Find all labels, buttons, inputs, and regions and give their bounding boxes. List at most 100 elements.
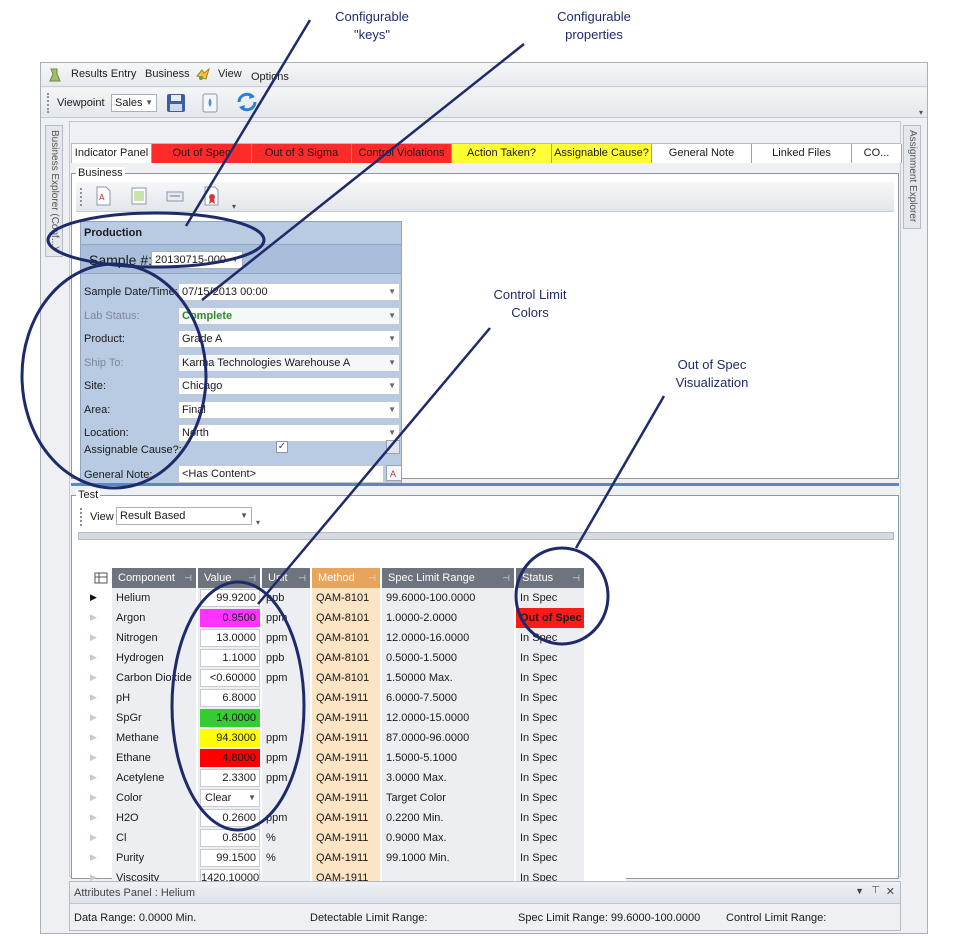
pin-icon[interactable]: ⊣	[502, 568, 510, 588]
value-input[interactable]: 13.0000	[200, 629, 260, 647]
table-row[interactable]: ▶ Carbon Dioxide <0.60000 ppm QAM-8101 1.5000…	[90, 668, 586, 688]
report-icon[interactable]: A	[92, 185, 114, 207]
field-value-select[interactable]: Karma Technologies Warehouse A ▼	[178, 353, 400, 372]
toolbar-grip[interactable]	[47, 93, 50, 113]
view-select[interactable]: Result Based ▼	[116, 507, 252, 525]
indicator-cell[interactable]: Out of 3 Sigma	[252, 144, 352, 163]
value-input[interactable]: 99.9200	[200, 589, 260, 607]
column-header[interactable]: Status ⊣	[516, 568, 586, 588]
table-row[interactable]: ▶ Ethane 4.8000 ppm QAM-1911 1.5000-5.1000 In …	[90, 748, 586, 768]
pin-icon[interactable]: ⊣	[184, 568, 192, 588]
field-value-select[interactable]: Complete ▼	[178, 306, 400, 325]
column-header[interactable]: Value ⊣	[198, 568, 262, 588]
table-row[interactable]: ▶ pH 6.8000 QAM-1911 6.0000-7.5000 In Spec	[90, 688, 586, 708]
table-row[interactable]: ▶ Argon 0.9500 ppm QAM-8101 1.0000-2.0000 Out …	[90, 608, 586, 628]
refresh-icon[interactable]	[235, 90, 257, 112]
business-toolbar-grip[interactable]	[80, 188, 83, 206]
sample-key-row: Sample #: 20130715-000 ▼	[81, 244, 401, 274]
value-input[interactable]: 0.2600	[200, 809, 260, 827]
attach-icon[interactable]	[164, 185, 186, 207]
dropdown-icon[interactable]: ▼	[855, 886, 864, 896]
table-row[interactable]: ▶ Nitrogen 13.0000 ppm QAM-8101 12.0000-16.00…	[90, 628, 586, 648]
table-row[interactable]: ▶ Purity 99.1500% QAM-1911 99.1000 Min. In Sp…	[90, 848, 586, 868]
column-header[interactable]: Method ⊣	[312, 568, 382, 588]
image-icon[interactable]	[128, 185, 150, 207]
table-row[interactable]: ▶ Methane 94.3000 ppm QAM-1911 87.0000-96.000…	[90, 728, 586, 748]
assignment-explorer-tab[interactable]: Assignment Explorer	[903, 125, 921, 229]
table-row[interactable]: ▶ Cl 0.8500% QAM-1911 0.9000 Max. In Spec	[90, 828, 586, 848]
field-value: Grade A	[182, 333, 223, 345]
view-label: View	[90, 511, 114, 523]
assignable-cause-button[interactable]	[386, 440, 400, 454]
value-input[interactable]: Clear ▼	[200, 789, 260, 807]
cell-range: 99.6000-100.0000	[386, 592, 476, 604]
pin-icon[interactable]: ⊣	[298, 568, 306, 588]
indicator-cell[interactable]: General Note	[652, 144, 752, 163]
viewpoint-select[interactable]: Sales ▼	[111, 94, 157, 112]
certificate-icon[interactable]	[200, 185, 222, 207]
table-row[interactable]: ▶ Helium 99.9200 ppb QAM-8101 99.6000-100.000…	[90, 588, 586, 608]
indicator-cell[interactable]: Out of Spec	[152, 144, 252, 163]
menu-options[interactable]: Options	[251, 71, 289, 83]
test-toolbar-overflow-icon[interactable]: ▾	[256, 518, 260, 527]
pin-icon[interactable]: ⊣	[572, 568, 580, 588]
column-header[interactable]: Spec Limit Range ⊣	[382, 568, 516, 588]
value-input[interactable]: 14.0000	[200, 709, 260, 727]
cell-method: QAM-8101	[316, 632, 370, 644]
column-header[interactable]: Component ⊣	[112, 568, 198, 588]
assignable-cause-checkbox[interactable]: ✓	[276, 441, 288, 453]
field-value-select[interactable]: North ▼	[178, 424, 400, 442]
callout-props-line2: properties	[565, 27, 623, 42]
note-edit-icon[interactable]: A	[386, 465, 402, 481]
value-input[interactable]: 0.8500	[200, 829, 260, 847]
cell-unit: ppm	[266, 732, 288, 744]
sample-icon[interactable]	[199, 92, 221, 114]
field-value-select[interactable]: Chicago ▼	[178, 377, 400, 395]
indicator-cell[interactable]: Assignable Cause?	[552, 144, 652, 163]
save-icon[interactable]	[165, 92, 187, 114]
test-toolbar-grip[interactable]	[80, 508, 83, 526]
menu-business[interactable]: Business	[145, 68, 190, 80]
indicator-cell[interactable]: CO...	[852, 144, 902, 163]
pin-icon[interactable]: ⊣	[248, 568, 256, 588]
toolbar: Viewpoint Sales ▼ ▾	[41, 88, 927, 118]
indicator-cell[interactable]: Linked Files	[752, 144, 852, 163]
sample-number-select[interactable]: 20130715-000 ▼	[151, 251, 243, 269]
indicator-cell[interactable]: Control Violations	[352, 144, 452, 163]
panel-splitter[interactable]	[71, 483, 899, 486]
column-header[interactable]: Unit ⊣	[262, 568, 312, 588]
business-explorer-tab[interactable]: Business Explorer (Conf...)	[45, 125, 63, 257]
value-input[interactable]: <0.60000	[200, 669, 260, 687]
grid-scrollbar[interactable]	[78, 532, 894, 540]
value-input[interactable]: 6.8000	[200, 689, 260, 707]
field-value-select[interactable]: 07/15/2013 00:00 ▼	[178, 283, 400, 301]
business-toolbar-overflow-icon[interactable]: ▾	[232, 202, 236, 211]
pin-icon[interactable]: ⊣	[368, 568, 376, 588]
row-indicator-icon: ▶	[90, 632, 97, 642]
menu-results-entry[interactable]: Results Entry	[71, 68, 136, 80]
indicator-cell[interactable]: Action Taken?	[452, 144, 552, 163]
grid-options-icon[interactable]	[94, 571, 108, 588]
value-input[interactable]: 99.1500	[200, 849, 260, 867]
value-input[interactable]: 1.1000	[200, 649, 260, 667]
pin-icon[interactable]: ⊤	[871, 885, 880, 896]
value-input[interactable]: 0.9500	[200, 609, 260, 627]
table-row[interactable]: ▶ Color Clear ▼ QAM-1911 Target Color In Spec	[90, 788, 586, 808]
table-row[interactable]: ▶ H2O 0.2600 ppm QAM-1911 0.2200 Min. In Spec	[90, 808, 586, 828]
spec-limit-text: Spec Limit Range: 99.6000-100.0000	[518, 912, 701, 924]
value-input[interactable]: 2.3300	[200, 769, 260, 787]
column-header-label: Value	[204, 572, 232, 584]
value-input[interactable]: 94.3000	[200, 729, 260, 747]
general-note-field[interactable]: <Has Content>	[178, 465, 384, 483]
table-row[interactable]: ▶ SpGr 14.0000 QAM-1911 12.0000-15.0000 In Sp…	[90, 708, 586, 728]
value-input[interactable]: 4.8000	[200, 749, 260, 767]
close-icon[interactable]: ✕	[886, 885, 895, 898]
toolbar-overflow-icon[interactable]: ▾	[919, 108, 923, 117]
field-value-select[interactable]: Final ▼	[178, 400, 400, 419]
table-row[interactable]: ▶ Hydrogen 1.1000 ppb QAM-8101 0.5000-1.5000 I…	[90, 648, 586, 668]
menu-view[interactable]: View	[218, 68, 242, 80]
app-window: Results Entry Business View Options View…	[40, 62, 928, 934]
cell-unit: ppm	[266, 752, 288, 764]
table-row[interactable]: ▶ Acetylene 2.3300 ppm QAM-1911 3.0000 Max. In…	[90, 768, 586, 788]
field-value-select[interactable]: Grade A ▼	[178, 330, 400, 348]
